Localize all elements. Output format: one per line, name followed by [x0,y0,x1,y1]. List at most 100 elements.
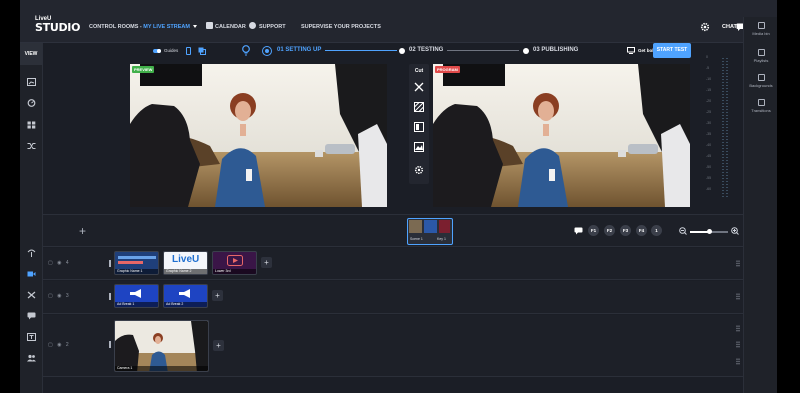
transitions-button[interactable]: Transitions [744,99,777,113]
left-rail: VIEW [20,43,43,393]
meter-label: -55 [706,176,712,180]
liveu-studio-logo[interactable]: LiveU STUDIO [35,16,80,36]
megaphone-icon [130,289,141,298]
layer-drag-handle[interactable] [109,293,111,300]
row-grip-icon[interactable] [736,293,740,300]
control-rooms-dropdown[interactable]: CONTROL ROOMS - MY LIVE STREAM [89,24,198,30]
text-icon[interactable] [27,333,36,341]
message-icon[interactable] [27,312,36,320]
add-clip-button[interactable]: + [212,290,223,301]
fade-transition-icon[interactable] [414,102,424,112]
function-button-f4[interactable]: F4 [636,225,647,236]
control-rooms-label: CONTROL ROOMS - [89,24,144,30]
grid-icon[interactable] [27,121,36,129]
support-link[interactable]: SUPPORT [259,24,286,30]
media-bin-icon [757,22,765,29]
transitions-icon [757,99,765,106]
step-3-label[interactable]: 03 PUBLISHING [533,47,578,53]
function-button-f3[interactable]: F3 [620,225,631,236]
guides-toggle[interactable] [153,49,161,53]
wipe-transition-icon[interactable] [414,122,424,132]
scissors-icon[interactable] [27,291,36,299]
mobile-icon[interactable] [186,47,191,55]
comment-icon[interactable] [574,227,583,235]
support-icon [249,22,256,29]
calendar-icon [206,22,213,29]
program-tag: PROGRAM [435,66,460,73]
function-button-f2[interactable]: F2 [604,225,615,236]
clip-ad-break-1[interactable]: Ad Break 1 [114,284,159,308]
camera-thumbnail [115,321,208,371]
function-button-1[interactable]: 1 [651,225,662,236]
clip-graphic-name-1[interactable]: Graphic Name 1 [114,251,159,275]
shuffle-icon[interactable] [27,142,36,150]
eye-icon[interactable]: ◉ [57,293,61,299]
play-icon [227,255,243,266]
preview-video-frame [130,64,387,207]
add-scene-plus-icon[interactable]: + [79,224,86,238]
media-bin-label: Media bin [752,31,770,36]
scene-card[interactable]: Scene 1 Key 1 [407,218,453,245]
chat-button[interactable]: CHAT [722,24,737,30]
meter-label: -15 [706,88,712,92]
layer-row-2: ▢ ◉ 2 Camera 1 + [43,315,743,377]
function-button-f1[interactable]: F1 [588,225,599,236]
lock-icon[interactable]: ▢ [48,342,53,348]
preview-monitor[interactable]: PREVIEW [130,64,387,207]
clip-graphic-name-2[interactable]: LiveU Graphic Name 2 [163,251,208,275]
layout-icon[interactable] [198,47,206,55]
clip-caption: Lower 3rd [213,269,256,274]
transition-settings-gear-icon[interactable] [414,165,424,175]
graphic-bar [118,261,143,264]
meter-label: 0 [706,55,708,59]
users-icon[interactable] [27,354,36,362]
program-video-frame [433,64,690,207]
step-2-label[interactable]: 02 TESTING [409,47,443,53]
eye-icon[interactable]: ◉ [57,260,61,266]
add-clip-button[interactable]: + [213,340,224,351]
clip-camera-1[interactable]: Camera 1 [114,320,209,372]
guides-label: Guides [164,48,179,53]
start-test-button[interactable]: START TEST [653,43,691,58]
transition-controls: Cut [409,64,429,184]
layer-drag-handle[interactable] [109,341,111,348]
zoom-slider-knob[interactable] [706,229,712,234]
clip-ad-break-2[interactable]: Ad Break 2 [163,284,208,308]
lightbulb-icon[interactable] [242,45,250,57]
layer-drag-handle[interactable] [109,260,111,267]
layer-row-4: ▢ ◉ 4 Graphic Name 1 LiveU Graphic Name … [43,248,743,280]
row-grip-icon[interactable] [736,260,740,267]
program-monitor[interactable]: PROGRAM [433,64,690,207]
chart-icon[interactable] [27,78,36,86]
eye-icon[interactable]: ◉ [57,342,61,348]
backgrounds-button[interactable]: Backgrounds [744,74,777,88]
layer-number: 3 [65,293,69,299]
clip-lower-3rd[interactable]: Lower 3rd [212,251,257,275]
row-grip-icon[interactable] [736,358,740,365]
calendar-link[interactable]: CALENDAR [215,24,246,30]
image-transition-icon[interactable] [414,142,424,152]
gear-icon[interactable] [700,22,710,32]
audio-meter-left [722,58,724,198]
add-clip-button[interactable]: + [261,257,272,268]
camera-icon[interactable] [27,270,36,278]
supervise-projects-link[interactable]: SUPERVISE YOUR PROJECTS [301,24,381,30]
cut-scissors-icon[interactable] [414,82,424,92]
view-tab[interactable]: VIEW [20,43,42,65]
lock-icon[interactable]: ▢ [48,260,53,266]
speed-icon[interactable] [27,99,36,107]
step-progress-line-2 [447,50,519,51]
antenna-icon[interactable] [27,249,36,257]
zoom-in-icon[interactable] [731,227,739,235]
row-grip-icon[interactable] [736,325,740,332]
zoom-out-icon[interactable] [679,227,687,235]
lock-icon[interactable]: ▢ [48,293,53,299]
row-grip-icon[interactable] [736,341,740,348]
media-bin-button[interactable]: Media bin [744,22,777,36]
clip-caption: Ad Break 2 [164,302,207,307]
stream-name: MY LIVE STREAM [143,24,190,30]
playlists-button[interactable]: Playlists [744,49,777,63]
zoom-slider[interactable] [690,229,728,234]
scene-name: Scene 1 [410,237,423,241]
step-1-label[interactable]: 01 SETTING UP [277,47,321,53]
